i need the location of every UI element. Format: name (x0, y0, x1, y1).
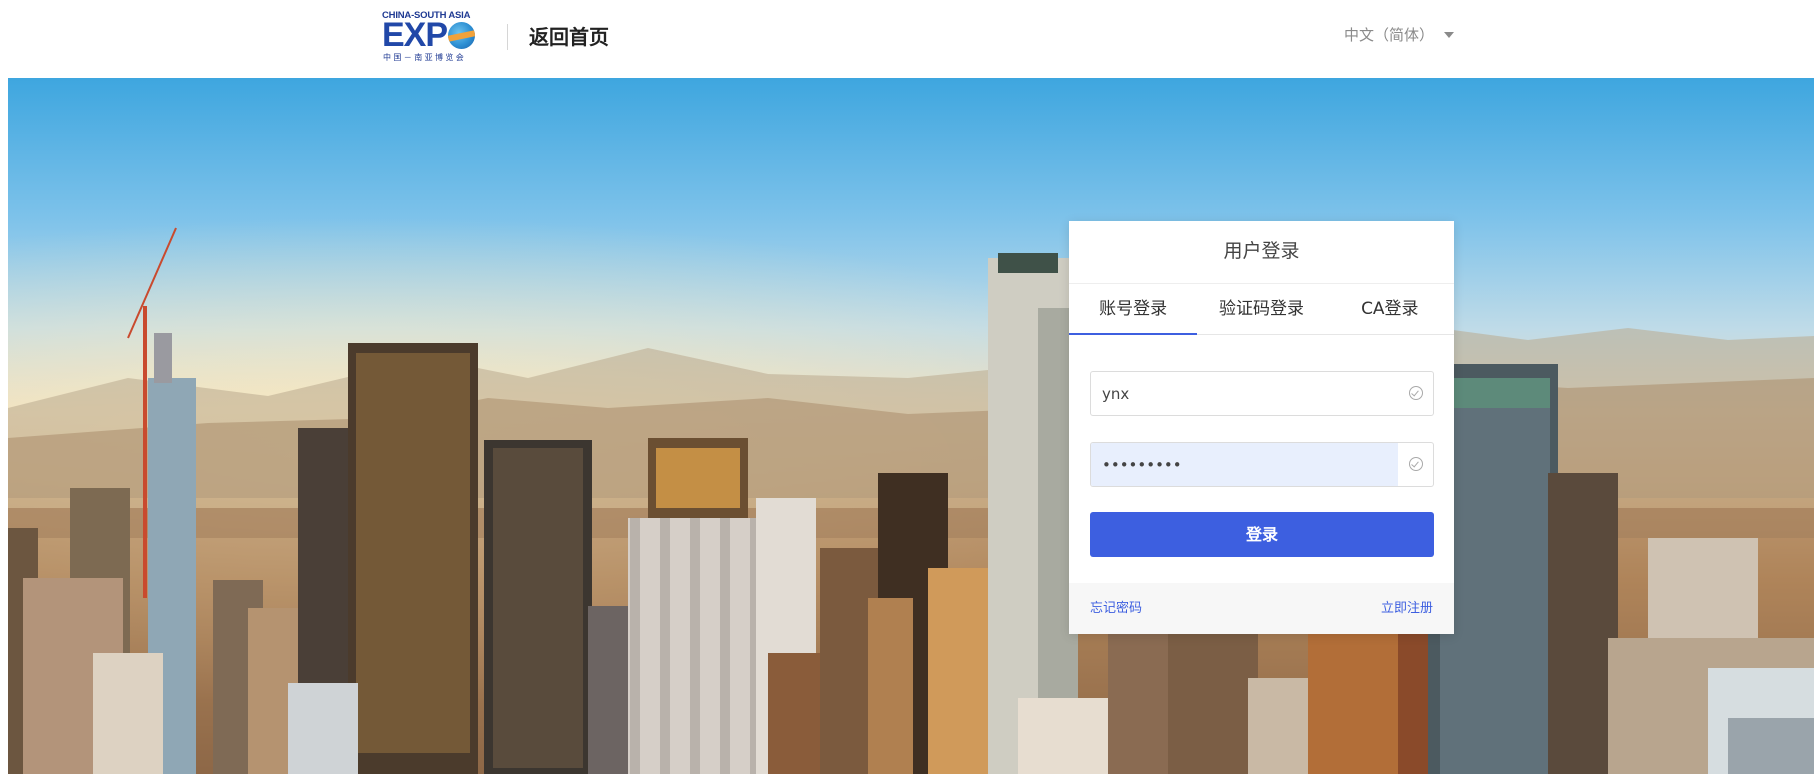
username-field (1090, 371, 1434, 416)
login-card-footer: 忘记密码 立即注册 (1069, 583, 1454, 634)
expo-logo[interactable]: CHINA-SOUTH ASIA EXP 中国－南亚博览会 (382, 9, 488, 63)
forgot-password-link[interactable]: 忘记密码 (1090, 600, 1142, 618)
username-input[interactable] (1091, 372, 1391, 415)
globe-icon (448, 21, 476, 49)
back-home-link[interactable]: 返回首页 (529, 22, 609, 52)
check-circle-icon (1409, 457, 1423, 471)
caret-down-icon (1444, 32, 1455, 38)
login-title: 用户登录 (1223, 240, 1300, 262)
city-skyline-illustration (8, 227, 1814, 774)
top-header: CHINA-SOUTH ASIA EXP 中国－南亚博览会 返回首页 中文（简体… (0, 0, 1814, 78)
check-circle-icon (1409, 386, 1423, 400)
password-field (1090, 442, 1434, 487)
tab-account-login[interactable]: 账号登录 (1069, 284, 1198, 335)
tab-code-login[interactable]: 验证码登录 (1197, 284, 1325, 334)
login-button[interactable]: 登录 (1090, 512, 1434, 557)
login-tabs: 账号登录 验证码登录 CA登录 (1069, 284, 1454, 335)
header-divider (507, 24, 508, 50)
language-selected-label: 中文（简体） (1344, 26, 1435, 44)
language-selector[interactable]: 中文（简体） (1344, 24, 1455, 46)
login-card: 用户登录 账号登录 验证码登录 CA登录 登录 忘记密码 立即注册 (1069, 221, 1454, 634)
logo-expo-mark: EXP (382, 16, 476, 54)
logo-main-text: EXP (382, 16, 448, 54)
logo-bottom-text: 中国－南亚博览会 (383, 53, 467, 62)
password-input[interactable] (1091, 443, 1391, 486)
hero-background-image (8, 78, 1814, 774)
register-link[interactable]: 立即注册 (1381, 600, 1433, 618)
tab-ca-login[interactable]: CA登录 (1326, 284, 1454, 334)
